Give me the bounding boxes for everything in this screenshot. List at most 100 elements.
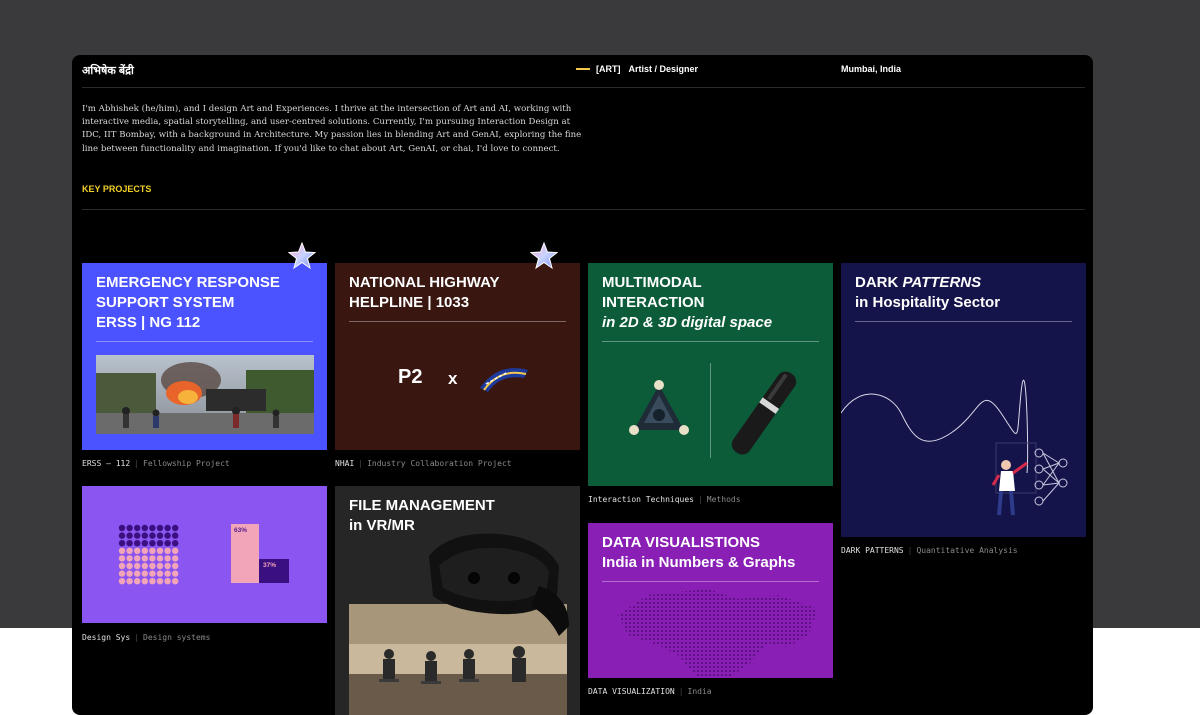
matrix-dot bbox=[134, 540, 141, 547]
matrix-dot bbox=[118, 532, 126, 539]
matrix-dot bbox=[172, 524, 179, 532]
caption-nhai: NHAI | Industry Collaboration Project bbox=[335, 459, 512, 468]
matrix-dot bbox=[134, 562, 141, 570]
card-divider bbox=[602, 581, 819, 582]
role-tag: [ART] Artist / Designer bbox=[576, 64, 698, 74]
matrix-dot bbox=[156, 562, 164, 570]
caption-data-vis: DATA VISUALIZATION | India bbox=[588, 687, 712, 696]
matrix-dot bbox=[164, 524, 171, 532]
role-tag-label: Artist / Designer bbox=[628, 64, 699, 74]
matrix-dot bbox=[149, 524, 156, 532]
bio-text: I'm Abhishek (he/him), and I design Art … bbox=[82, 104, 582, 154]
matrix-dot bbox=[126, 562, 133, 570]
matrix-dot bbox=[164, 555, 171, 562]
matrix-dot bbox=[164, 562, 171, 570]
project-card-design-sys[interactable]: 63% 37% bbox=[82, 486, 327, 623]
matrix-dot bbox=[141, 524, 148, 532]
nhai-logo-icon bbox=[480, 368, 528, 392]
matrix-dot bbox=[134, 524, 141, 532]
matrix-dot bbox=[141, 570, 148, 577]
tracker-device-image bbox=[629, 380, 689, 435]
caption-design-sys: Design Sys | Design systems bbox=[82, 633, 211, 642]
matrix-dot bbox=[126, 570, 133, 577]
matrix-dot bbox=[141, 547, 148, 554]
matrix-dot bbox=[164, 570, 171, 577]
matrix-dot bbox=[118, 540, 126, 547]
portfolio-window: अभिषेक बेंद्री [ART] Artist / Designer M… bbox=[72, 55, 1093, 715]
card-divider bbox=[602, 341, 819, 342]
project-card-file-management[interactable]: FILE MANAGEMENT in VR/MR bbox=[335, 486, 580, 715]
matrix-dot bbox=[149, 555, 156, 562]
matrix-dot bbox=[126, 555, 133, 562]
matrix-dot bbox=[164, 578, 171, 585]
dark-patterns-illustration bbox=[841, 379, 1068, 516]
location: Mumbai, India bbox=[841, 64, 902, 74]
accent-dash bbox=[576, 68, 590, 70]
matrix-dot bbox=[118, 578, 126, 585]
matrix-dot bbox=[134, 578, 141, 585]
matrix-dot bbox=[172, 570, 179, 577]
vr-headset-image bbox=[429, 533, 569, 636]
matrix-dot bbox=[172, 578, 179, 585]
matrix-dot bbox=[118, 524, 126, 532]
caption-multimodal: Interaction Techniques | Methods bbox=[588, 495, 741, 504]
card-title: MULTIMODAL INTERACTION in 2D & 3D digita… bbox=[602, 274, 773, 331]
matrix-dot bbox=[126, 532, 133, 539]
matrix-dot bbox=[126, 524, 133, 532]
matrix-dot bbox=[156, 524, 164, 532]
card-divider bbox=[855, 321, 1072, 322]
matrix-dot bbox=[172, 532, 179, 539]
matrix-dot bbox=[164, 540, 171, 547]
matrix-dot bbox=[126, 578, 133, 585]
card-title: DARK PATTERNS in Hospitality Sector bbox=[855, 274, 1001, 311]
project-card-nhai[interactable]: NATIONAL HIGHWAY HELPLINE | 1033 P2 x bbox=[335, 263, 580, 450]
matrix-dot bbox=[172, 540, 179, 547]
brand-name[interactable]: अभिषेक बेंद्री bbox=[82, 63, 134, 78]
stylus-device-image bbox=[731, 371, 797, 455]
matrix-dot bbox=[156, 547, 164, 554]
matrix-dot bbox=[172, 562, 179, 570]
collab-x: x bbox=[448, 369, 458, 388]
card-vertical-divider bbox=[710, 363, 711, 458]
matrix-dot bbox=[156, 540, 164, 547]
matrix-dot bbox=[164, 547, 171, 554]
bar-low-label: 37% bbox=[263, 562, 277, 569]
matrix-dot bbox=[141, 555, 148, 562]
matrix-dot bbox=[172, 547, 179, 554]
role-tag-code: [ART] bbox=[596, 64, 621, 74]
project-card-multimodal[interactable]: MULTIMODAL INTERACTION in 2D & 3D digita… bbox=[588, 263, 833, 486]
matrix-dot bbox=[149, 532, 156, 539]
matrix-dot bbox=[156, 570, 164, 577]
matrix-dot bbox=[118, 555, 126, 562]
card-divider bbox=[96, 341, 313, 342]
card-divider bbox=[349, 321, 566, 322]
card-title: DATA VISUALISTIONS India in Numbers & Gr… bbox=[602, 534, 796, 571]
partner-logo-text: P2 bbox=[398, 366, 423, 388]
matrix-dot bbox=[134, 570, 141, 577]
project-card-dark-patterns[interactable]: DARK PATTERNS in Hospitality Sector bbox=[841, 263, 1086, 537]
project-card-data-vis[interactable]: DATA VISUALISTIONS India in Numbers & Gr… bbox=[588, 523, 833, 678]
matrix-dot bbox=[134, 532, 141, 539]
matrix-dot bbox=[118, 570, 126, 577]
erss-photo-image bbox=[96, 355, 314, 434]
top-bar: अभिषेक बेंद्री [ART] Artist / Designer M… bbox=[82, 55, 1085, 88]
matrix-dot bbox=[156, 578, 164, 585]
caption-erss: ERSS – 112 | Fellowship Project bbox=[82, 459, 230, 468]
matrix-dot bbox=[141, 578, 148, 585]
matrix-dot bbox=[149, 562, 156, 570]
star-sparkle-icon bbox=[287, 241, 317, 270]
matrix-dot bbox=[141, 532, 148, 539]
matrix-dot bbox=[126, 540, 133, 547]
india-dot-map bbox=[618, 589, 818, 678]
card-title: NATIONAL HIGHWAY HELPLINE | 1033 bbox=[349, 274, 500, 311]
matrix-dot bbox=[126, 547, 133, 554]
matrix-dot bbox=[149, 547, 156, 554]
matrix-dot bbox=[164, 532, 171, 539]
project-card-erss[interactable]: EMERGENCY RESPONSE SUPPORT SYSTEM ERSS |… bbox=[82, 263, 327, 450]
dot-matrix-chart bbox=[118, 524, 179, 585]
matrix-dot bbox=[141, 540, 148, 547]
matrix-dot bbox=[141, 562, 148, 570]
star-sparkle-icon bbox=[529, 241, 559, 270]
matrix-dot bbox=[118, 547, 126, 554]
matrix-dot bbox=[118, 562, 126, 570]
